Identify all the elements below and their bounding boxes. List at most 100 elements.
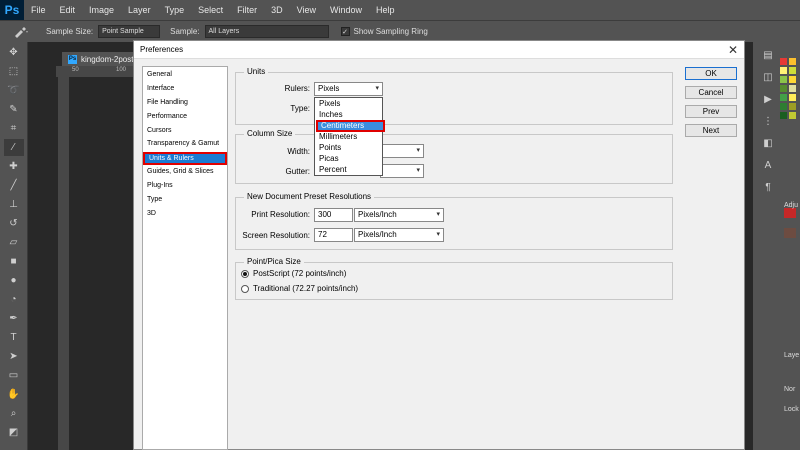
menu-view[interactable]: View [290,5,323,15]
swatch[interactable] [789,76,796,83]
menu-type[interactable]: Type [158,5,192,15]
category-3d[interactable]: 3D [147,210,156,217]
menu-3d[interactable]: 3D [264,5,290,15]
swatch[interactable] [780,103,787,110]
quick-select-tool-icon[interactable]: ✎ [4,101,24,118]
swatch[interactable] [789,112,796,119]
dodge-tool-icon[interactable]: ◔ [4,291,24,308]
blur-tool-icon[interactable]: ● [4,272,24,289]
postscript-radio[interactable]: PostScript (72 points/inch) [241,269,346,278]
blend-mode-label[interactable]: Nor [784,386,795,393]
rulers-option-millimeters[interactable]: Millimeters [319,132,357,141]
path-selection-tool-icon[interactable]: ➤ [4,348,24,365]
ok-button[interactable]: OK [685,67,737,80]
category-cursors[interactable]: Cursors [147,127,172,134]
menu-edit[interactable]: Edit [53,5,83,15]
properties-icon[interactable]: ◫ [757,68,779,86]
category-file-handling[interactable]: File Handling [147,99,188,106]
history-brush-tool-icon[interactable]: ↺ [4,215,24,232]
rectangle-tool-icon[interactable]: ▭ [4,367,24,384]
eraser-tool-icon[interactable]: ▱ [4,234,24,251]
type-tool-icon[interactable]: T [4,329,24,346]
print-resolution-input[interactable]: 300 [314,208,353,222]
actions-icon[interactable]: ▶ [757,90,779,108]
pen-tool-icon[interactable]: ✒ [4,310,24,327]
clone-stamp-tool-icon[interactable]: ⊥ [4,196,24,213]
eyedropper-tool-preset-icon[interactable] [6,23,36,41]
gutter-unit-select[interactable]: ▾ [380,164,424,178]
show-sampling-ring-checkbox[interactable]: ✓ Show Sampling Ring [340,27,428,36]
menu-layer[interactable]: Layer [121,5,158,15]
sample-size-select[interactable]: Point Sample [98,25,161,38]
postscript-label: PostScript (72 points/inch) [253,269,347,278]
zoom-tool-icon[interactable]: ⌕ [4,405,24,422]
character-icon[interactable]: A [757,156,779,174]
swatch[interactable] [780,85,787,92]
color-swatches-icon[interactable]: ◩ [4,424,24,441]
category-performance[interactable]: Performance [147,113,187,120]
swatch[interactable] [780,76,787,83]
swatch[interactable] [780,58,787,65]
adjustments-panel-label[interactable]: Adju [784,202,798,209]
screen-resolution-unit-select[interactable]: Pixels/Inch ▾ [354,228,444,242]
swatch[interactable] [780,94,787,101]
gradient-tool-icon[interactable]: ■ [4,253,24,270]
swatch[interactable] [789,67,796,74]
category-plug-ins[interactable]: Plug-Ins [147,182,173,189]
sample-select[interactable]: All Layers [204,25,329,38]
category-general[interactable]: General [147,71,172,78]
menu-help[interactable]: Help [369,5,402,15]
radio-circle[interactable] [241,269,249,278]
cancel-button[interactable]: Cancel [685,86,737,99]
layers-panel-label[interactable]: Laye [784,352,799,359]
eyedropper-tool-icon[interactable]: ⁄ [3,139,24,156]
swatch[interactable] [789,94,796,101]
print-resolution-unit-select[interactable]: Pixels/Inch ▾ [354,208,444,222]
healing-brush-tool-icon[interactable]: ✚ [4,158,24,175]
category-type[interactable]: Type [147,196,162,203]
brush-presets-icon[interactable]: ⋮ [757,112,779,130]
rulers-option-pixels[interactable]: Pixels [319,99,340,108]
swatch[interactable] [780,67,787,74]
history-icon[interactable]: ▤ [757,46,779,64]
rulers-option-percent[interactable]: Percent [319,165,347,174]
rulers-option-points[interactable]: Points [319,143,341,152]
menu-file[interactable]: File [24,5,53,15]
paragraph-icon[interactable]: ¶ [757,178,779,196]
width-unit-select[interactable]: ▾ [380,144,424,158]
screen-resolution-input[interactable]: 72 [314,228,353,242]
rulers-option-picas[interactable]: Picas [319,154,339,163]
menu-window[interactable]: Window [323,5,369,15]
next-button[interactable]: Next [685,124,737,137]
show-sampling-ring-label: Show Sampling Ring [353,27,428,36]
menu-image[interactable]: Image [82,5,121,15]
swatch[interactable] [784,208,796,218]
marquee-tool-icon[interactable]: ⬚ [4,63,24,80]
category-transparency-gamut[interactable]: Transparency & Gamut [147,140,219,147]
swatch[interactable] [789,58,796,65]
category-interface[interactable]: Interface [147,85,174,92]
rulers-select[interactable]: Pixels ▾ [314,82,383,96]
lasso-tool-icon[interactable]: ➰ [4,82,24,99]
brush-tool-icon[interactable]: ╱ [4,177,24,194]
menu-filter[interactable]: Filter [230,5,264,15]
hand-tool-icon[interactable]: ✋ [4,386,24,403]
swatch[interactable] [789,103,796,110]
prev-button[interactable]: Prev [685,105,737,118]
move-tool-icon[interactable]: ✥ [4,44,24,61]
rulers-option-inches[interactable]: Inches [319,110,343,119]
radio-circle[interactable] [241,284,249,293]
close-icon[interactable]: ✕ [728,43,738,57]
swatch[interactable] [789,85,796,92]
rulers-option-centimeters[interactable]: Centimeters [316,120,385,132]
checkbox-box[interactable]: ✓ [340,27,350,36]
category-guides-grid-slices[interactable]: Guides, Grid & Slices [147,168,214,175]
traditional-radio[interactable]: Traditional (72.27 points/inch) [241,284,358,293]
layer-comps-icon[interactable]: ◧ [757,134,779,152]
dialog-titlebar[interactable]: Preferences ✕ [134,41,744,59]
crop-tool-icon[interactable]: ⌗ [4,120,24,137]
menu-select[interactable]: Select [191,5,230,15]
category-units-rulers[interactable]: Units & Rulers [143,152,227,165]
swatch[interactable] [780,112,787,119]
swatch[interactable] [784,228,796,238]
